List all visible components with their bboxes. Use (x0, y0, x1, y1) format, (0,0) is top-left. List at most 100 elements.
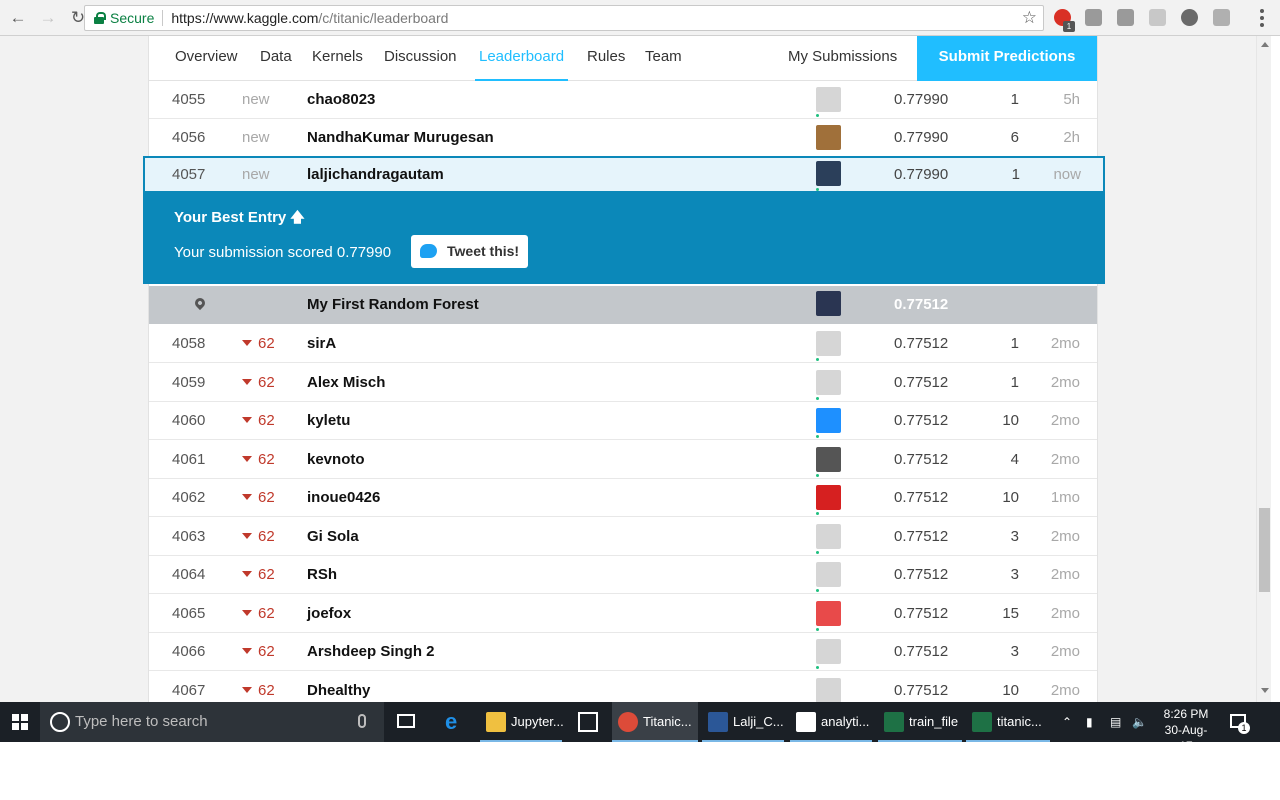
tweet-label: Tweet this! (447, 243, 520, 259)
table-row[interactable]: 4058 62 sirA 0.77512 1 2mo (149, 325, 1097, 363)
rank-change: 62 (242, 595, 275, 633)
down-arrow-icon (242, 571, 252, 577)
lock-icon (94, 12, 106, 24)
entries-count: 10 (1002, 681, 1019, 699)
avatar[interactable] (816, 677, 841, 702)
store-icon[interactable] (578, 712, 598, 732)
team-name[interactable]: RSh (307, 556, 337, 594)
team-name[interactable]: Alex Misch (307, 364, 385, 402)
team-name[interactable]: Dhealthy (307, 672, 370, 703)
table-row[interactable]: 4067 62 Dhealthy 0.77512 10 2mo (149, 672, 1097, 703)
taskbar-app-photos[interactable]: analyti... (790, 702, 872, 742)
network-icon[interactable]: ▤ (1110, 702, 1121, 742)
rank-change-value: 62 (258, 489, 275, 506)
page-viewport: Overview Data Kernels Discussion Leaderb… (0, 36, 1256, 702)
page-scrollbar[interactable] (1256, 36, 1271, 702)
table-row[interactable]: 4055 new chao8023 0.77990 1 5h (149, 81, 1097, 119)
scroll-up-arrow-icon[interactable] (1261, 42, 1269, 47)
avatar[interactable] (816, 600, 841, 626)
avatar[interactable] (816, 125, 841, 150)
tab-my-submissions[interactable]: My Submissions (788, 36, 897, 81)
avatar[interactable] (816, 161, 841, 186)
kernel-name[interactable]: My First Random Forest (307, 286, 479, 324)
score: 0.77512 (894, 604, 949, 622)
team-name[interactable]: joefox (307, 595, 351, 633)
scroll-down-arrow-icon[interactable] (1261, 688, 1269, 693)
tweet-button[interactable]: Tweet this! (411, 235, 528, 268)
tab-discussion[interactable]: Discussion (384, 36, 457, 81)
avatar[interactable] (816, 639, 841, 664)
table-row[interactable]: 4060 62 kyletu 0.77512 10 2mo (149, 402, 1097, 440)
my-entry-row[interactable]: 4057 new laljichandragautam 0.77990 1 no… (143, 156, 1105, 194)
table-row[interactable]: 4063 62 Gi Sola 0.77512 3 2mo (149, 518, 1097, 556)
team-name[interactable]: sirA (307, 325, 336, 363)
browser-menu-icon[interactable] (1260, 9, 1264, 27)
avatar[interactable] (816, 331, 841, 356)
best-entry-title-text: Your Best Entry (174, 209, 287, 226)
rank-change: 62 (242, 633, 275, 671)
forward-icon[interactable]: → (36, 6, 60, 30)
microphone-icon[interactable] (358, 714, 366, 728)
volume-icon[interactable]: 🔈 (1132, 702, 1147, 742)
team-name[interactable]: laljichandragautam (307, 158, 444, 192)
rank-change-value: 62 (258, 643, 275, 660)
rank-change-value: 62 (258, 604, 275, 622)
avatar[interactable] (816, 291, 841, 316)
table-row[interactable]: 4066 62 Arshdeep Singh 2 0.77512 3 2mo (149, 633, 1097, 671)
scroll-thumb[interactable] (1259, 508, 1270, 592)
avatar[interactable] (816, 562, 841, 587)
briefcase-extension-icon[interactable] (1085, 9, 1102, 26)
taskbar-app-excel-train[interactable]: train_file (878, 702, 962, 742)
submit-predictions-button[interactable]: Submit Predictions (917, 36, 1097, 81)
team-name[interactable]: NandhaKumar Murugesan (307, 119, 494, 157)
team-name[interactable]: Arshdeep Singh 2 (307, 633, 435, 671)
team-name[interactable]: kevnoto (307, 441, 365, 479)
task-view-icon[interactable] (397, 714, 415, 728)
taskbar-app-word[interactable]: Lalji_C... (702, 702, 784, 742)
tab-overview[interactable]: Overview (175, 36, 238, 81)
team-name[interactable]: chao8023 (307, 81, 375, 119)
avatar[interactable] (816, 369, 841, 395)
table-row[interactable]: 4056 new NandhaKumar Murugesan 0.77990 6… (149, 119, 1097, 157)
taskbar-app-label: titanic... (997, 714, 1042, 729)
evernote-extension-icon[interactable] (1117, 9, 1134, 26)
address-bar[interactable]: Secure https://www.kaggle.com /c/titanic… (84, 5, 1044, 31)
public-kernel-row[interactable]: My First Random Forest 0.77512 (149, 286, 1097, 324)
start-button[interactable] (0, 702, 40, 742)
tab-data[interactable]: Data (260, 36, 292, 81)
tab-rules[interactable]: Rules (587, 36, 625, 81)
system-clock[interactable]: 8:26 PM 30-Aug-17 (1158, 706, 1214, 754)
avatar[interactable] (816, 87, 841, 112)
battery-icon[interactable]: ▮ (1086, 702, 1093, 742)
entries-count: 6 (1010, 129, 1019, 146)
avatar[interactable] (816, 408, 841, 433)
table-row[interactable]: 4059 62 Alex Misch 0.77512 1 2mo (149, 364, 1097, 402)
tab-team[interactable]: Team (645, 36, 682, 81)
taskbar-app-excel-titanic[interactable]: titanic... (966, 702, 1050, 742)
globe-extension-icon[interactable] (1181, 9, 1198, 26)
taskbar-search[interactable]: Type here to search (40, 702, 384, 742)
bookmark-star-icon[interactable]: ☆ (1022, 8, 1037, 28)
avatar[interactable] (816, 523, 841, 549)
last-submission: now (1053, 166, 1081, 183)
back-icon[interactable]: ← (6, 6, 30, 30)
taskbar-app-chrome[interactable]: Titanic... (612, 702, 698, 742)
team-name[interactable]: kyletu (307, 402, 350, 440)
team-name[interactable]: Gi Sola (307, 518, 359, 556)
team-name[interactable]: inoue0426 (307, 479, 380, 517)
table-row[interactable]: 4064 62 RSh 0.77512 3 2mo (149, 556, 1097, 594)
chevron-up-icon[interactable]: ⌃ (1062, 702, 1072, 742)
edge-browser-icon[interactable]: e (445, 711, 467, 733)
taskbar-app-jupyter[interactable]: Jupyter... (480, 702, 564, 742)
avatar[interactable] (816, 485, 841, 510)
avatar[interactable] (816, 446, 841, 472)
pdf-extension-icon[interactable] (1149, 9, 1166, 26)
tab-leaderboard[interactable]: Leaderboard (475, 36, 569, 81)
score: 0.77512 (894, 489, 949, 506)
mail-extension-icon[interactable] (1213, 9, 1230, 26)
tab-kernels[interactable]: Kernels (312, 36, 363, 81)
table-row[interactable]: 4062 62 inoue0426 0.77512 10 1mo (149, 479, 1097, 517)
table-row[interactable]: 4061 62 kevnoto 0.77512 4 2mo (149, 441, 1097, 479)
table-row[interactable]: 4065 62 joefox 0.77512 15 2mo (149, 595, 1097, 633)
screen: ← → ↻ Secure https://www.kaggle.com /c/t… (0, 0, 1280, 800)
